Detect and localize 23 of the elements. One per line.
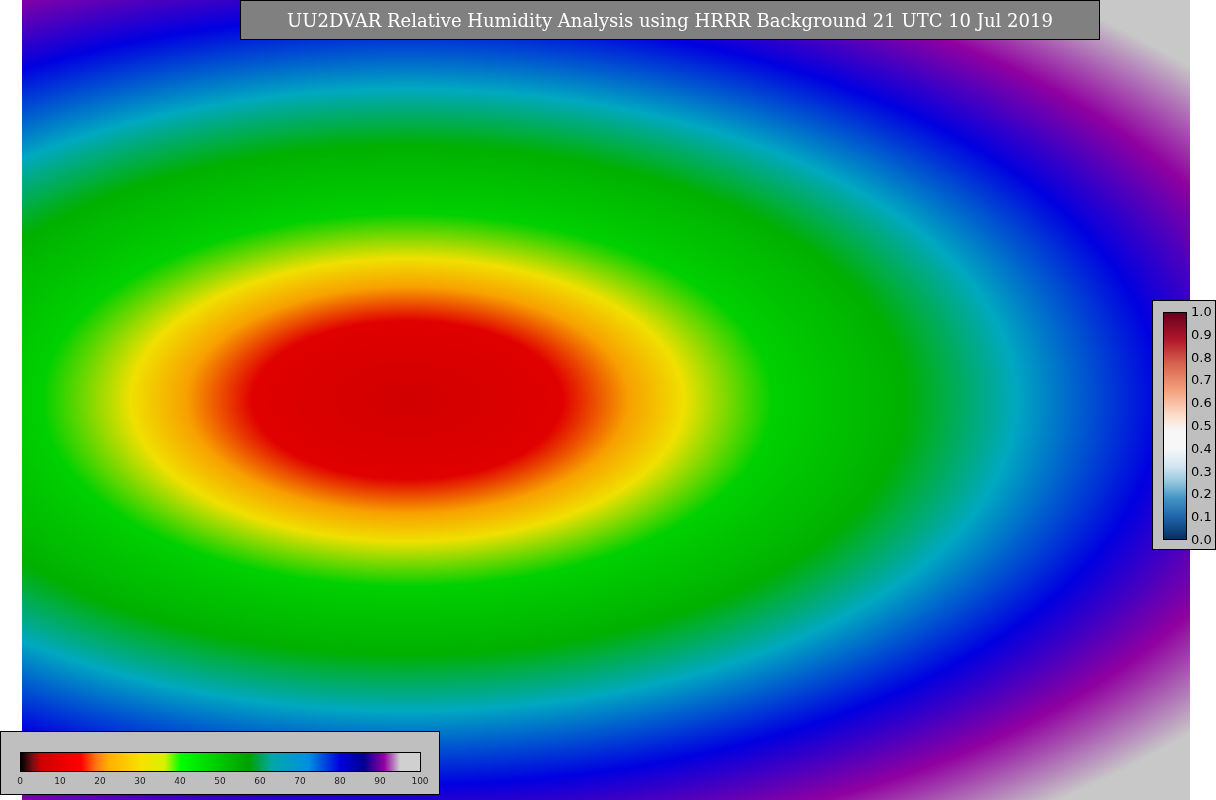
colorbar-tick-label: 0.9 (1191, 327, 1212, 341)
colorbar-tick-label: 80 (333, 777, 347, 786)
colorbar-tick-label: 60 (253, 777, 267, 786)
colorbar-tick-label: 0.5 (1191, 419, 1212, 432)
colorbar-tick-label: 40 (173, 777, 187, 786)
colorbar-tick-label: 0.6 (1191, 396, 1212, 410)
colorbar-tick-label: 0.4 (1191, 441, 1212, 455)
colorbar-tick-label: 0.7 (1191, 373, 1212, 387)
colorbar-tick-label: 0.1 (1191, 510, 1212, 524)
colorbar-tick-label: 1.0 (1191, 305, 1212, 318)
map-title: UU2DVAR Relative Humidity Analysis using HRRR Background 21 UTC 10 Jul 2019 (240, 0, 1100, 40)
colorbar-tick-label: 0.8 (1191, 350, 1212, 364)
colorbar-tick-label: 0.2 (1191, 487, 1212, 501)
colorbar-tick-label: 90 (373, 777, 387, 786)
colorbar-tick-label: 0.3 (1191, 464, 1212, 478)
colorbar-tick-label: 30 (133, 777, 147, 786)
colorbar-tick-label: 0 (16, 777, 24, 786)
colorbar-tick-label: 20 (93, 777, 107, 786)
colorbar-tick-label: 0.0 (1191, 533, 1212, 546)
colorbar-tick-label: 50 (213, 777, 227, 786)
colorbar-tick-label: 10 (53, 777, 67, 786)
colorbar-tick-label: 100 (410, 777, 430, 786)
colorbar-tick-label: 70 (293, 777, 307, 786)
